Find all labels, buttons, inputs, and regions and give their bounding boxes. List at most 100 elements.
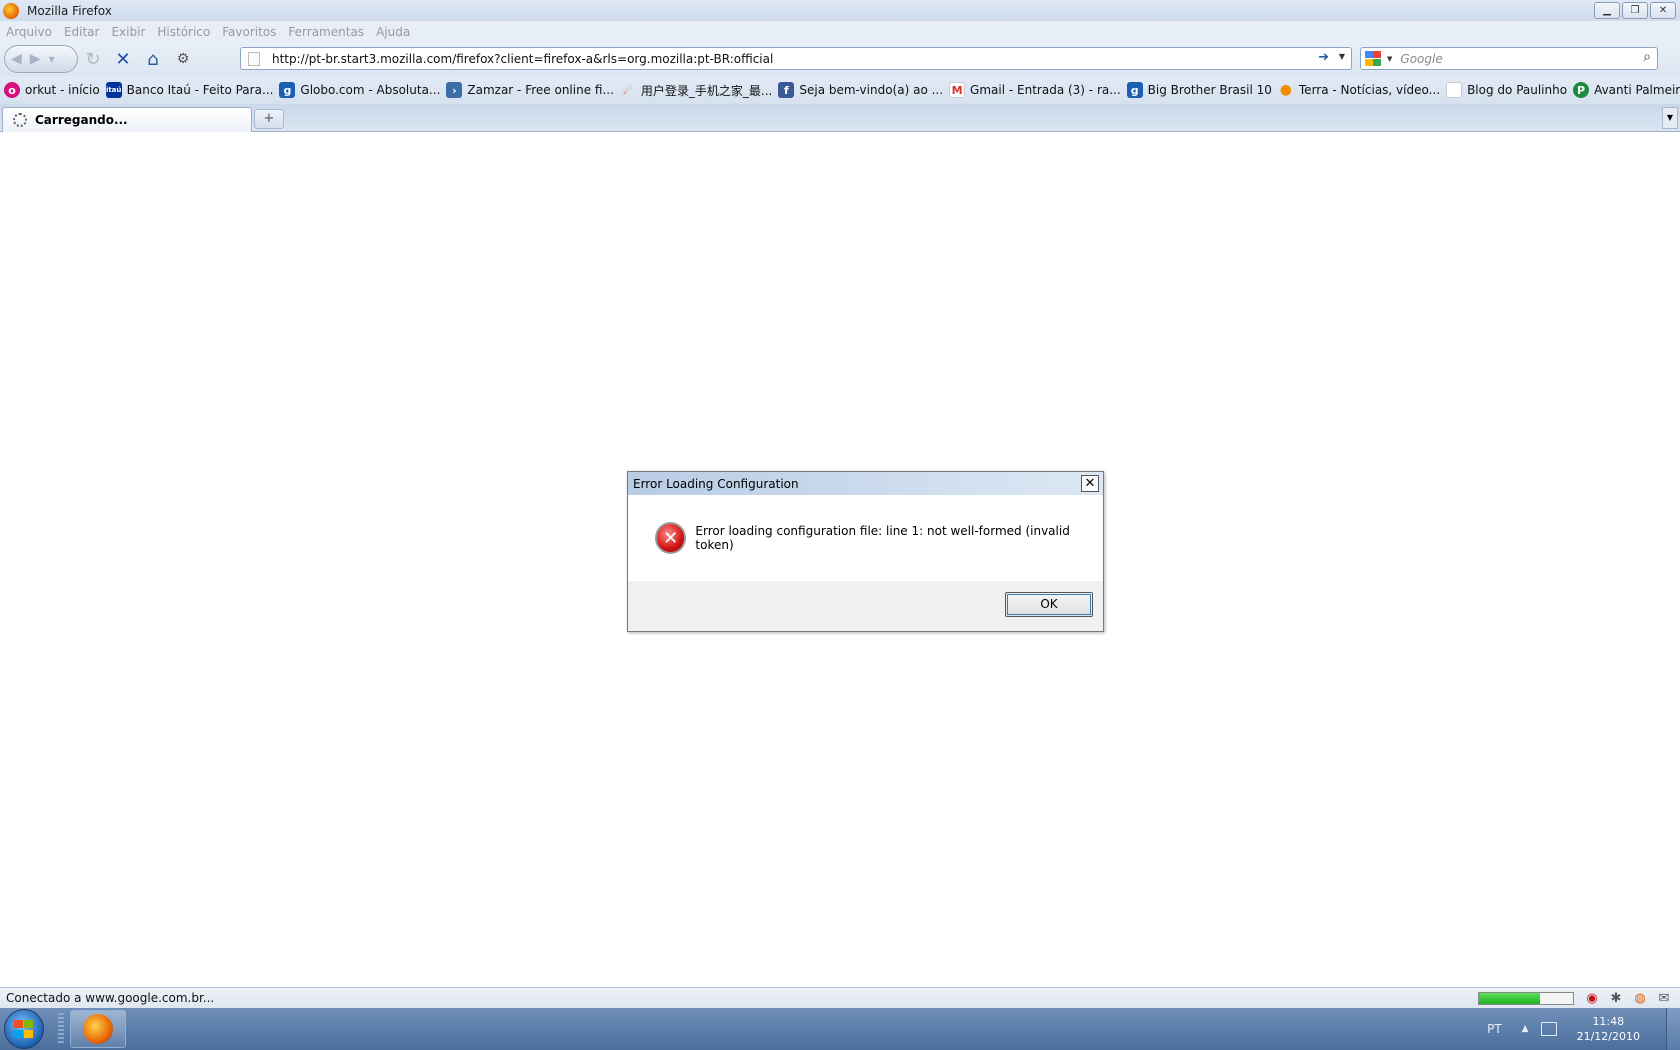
bug-icon[interactable]: ✱: [1608, 990, 1624, 1006]
back-forward-group: ◀ ▶ ▼: [4, 45, 78, 73]
mail-icon[interactable]: ✉: [1656, 990, 1672, 1006]
bookmark-label: 用户登录_手机之家_最...: [640, 83, 773, 98]
blank-page-icon: [1446, 82, 1463, 98]
facebook-icon: f: [778, 82, 795, 98]
address-bar[interactable]: http://pt-br.start3.mozilla.com/firefox?…: [240, 47, 1352, 70]
bookmark-orkut[interactable]: o orkut - início: [4, 82, 100, 98]
google-engine-icon[interactable]: [1365, 50, 1385, 67]
window-controls: ▁ ❐ ✕: [1594, 2, 1676, 19]
system-tray: PT ▲ 11:48 21/12/2010: [1487, 1008, 1680, 1050]
dialog-body: ✕ Error loading configuration file: line…: [628, 495, 1103, 581]
menu-bar: Arquivo Editar Exibir Histórico Favorito…: [0, 21, 1680, 42]
history-dropdown-icon[interactable]: ▼: [49, 55, 55, 64]
bookmark-label: Globo.com - Absoluta...: [300, 83, 441, 97]
bookmark-itau[interactable]: itaú Banco Itaú - Feito Para...: [105, 82, 274, 98]
restore-button[interactable]: ❐: [1622, 2, 1648, 19]
bookmark-globo[interactable]: g Globo.com - Absoluta...: [279, 82, 440, 98]
forward-arrow-icon[interactable]: ▶: [30, 51, 41, 67]
orkut-icon: o: [4, 82, 20, 98]
start-button[interactable]: [4, 1009, 44, 1049]
url-dropdown-icon[interactable]: ▼: [1339, 52, 1345, 61]
globo-icon: g: [279, 82, 296, 98]
window-titlebar: Mozilla Firefox ▁ ❐ ✕: [0, 0, 1680, 21]
bookmark-zamzar[interactable]: › Zamzar - Free online fi...: [446, 82, 614, 98]
dialog-title: Error Loading Configuration: [633, 476, 799, 491]
status-icons: ◉ ✱ ◍ ✉: [1584, 990, 1672, 1006]
status-bar: Conectado a www.google.com.br... ◉ ✱ ◍ ✉: [0, 987, 1680, 1008]
bookmark-label: Seja bem-vindo(a) ao ...: [799, 83, 944, 97]
tab-label: Carregando...: [35, 113, 128, 127]
loading-spinner-icon: [13, 113, 27, 127]
bookmark-label: Big Brother Brasil 10: [1147, 83, 1272, 97]
windows-logo-icon: [14, 1020, 34, 1038]
gmail-icon: M: [949, 82, 966, 98]
bookmark-imobile[interactable]: ☄ 用户登录_手机之家_最...: [620, 82, 772, 99]
progress-meter: [1478, 992, 1574, 1005]
menu-ajuda[interactable]: Ajuda: [376, 25, 410, 39]
error-dialog: Error Loading Configuration ✕ ✕ Error lo…: [627, 471, 1104, 632]
engine-dropdown-icon[interactable]: ▼: [1387, 55, 1392, 63]
minimize-button[interactable]: ▁: [1594, 2, 1620, 19]
language-indicator[interactable]: PT: [1487, 1022, 1502, 1036]
imobile-icon: ☄: [622, 83, 633, 97]
home-icon[interactable]: ⌂: [138, 45, 168, 73]
search-icon[interactable]: ⌕: [1643, 49, 1651, 65]
bookmark-label: Avanti Palmeiras: [1594, 83, 1680, 97]
bookmark-gmail[interactable]: M Gmail - Entrada (3) - ra...: [949, 82, 1121, 98]
dialog-close-button[interactable]: ✕: [1081, 475, 1099, 492]
show-hidden-icons-icon[interactable]: ▲: [1522, 1024, 1529, 1034]
itau-icon: itaú: [105, 82, 122, 98]
back-arrow-icon[interactable]: ◀: [11, 51, 22, 67]
new-tab-button[interactable]: +: [254, 109, 284, 129]
menu-ferramentas[interactable]: Ferramentas: [288, 25, 364, 39]
menu-exibir[interactable]: Exibir: [111, 25, 145, 39]
bookmark-label: Zamzar - Free online fi...: [467, 83, 614, 97]
stop-icon[interactable]: ✕: [108, 45, 138, 73]
menu-favoritos[interactable]: Favoritos: [222, 25, 276, 39]
globo-icon: g: [1126, 82, 1143, 98]
search-bar[interactable]: ▼ Google ⌕: [1360, 47, 1658, 70]
addon-status-icon[interactable]: ◍: [1632, 990, 1648, 1006]
dialog-titlebar: Error Loading Configuration ✕: [628, 472, 1103, 495]
bookmark-terra[interactable]: ● Terra - Notícias, vídeo...: [1278, 82, 1440, 98]
menu-editar[interactable]: Editar: [64, 25, 100, 39]
show-desktop-button[interactable]: [1666, 1008, 1680, 1050]
menu-historico[interactable]: Histórico: [157, 25, 210, 39]
progress-fill: [1479, 993, 1541, 1004]
network-icon[interactable]: [1540, 1022, 1557, 1036]
url-text[interactable]: http://pt-br.start3.mozilla.com/firefox?…: [272, 52, 773, 66]
tab-loading[interactable]: Carregando...: [2, 107, 252, 132]
bookmark-label: Blog do Paulinho: [1467, 83, 1568, 97]
clock-time: 11:48: [1592, 1015, 1625, 1028]
window-title: Mozilla Firefox: [27, 3, 112, 18]
terra-icon: ●: [1279, 82, 1292, 98]
record-icon[interactable]: ◉: [1584, 990, 1600, 1006]
clock[interactable]: 11:48 21/12/2010: [1577, 1014, 1640, 1044]
bookmark-label: orkut - início: [25, 83, 100, 97]
navigation-toolbar: ◀ ▶ ▼ ↻ ✕ ⌂ ⚙ http://pt-br.start3.mozill…: [0, 42, 1680, 76]
bookmark-blog-paulinho[interactable]: Blog do Paulinho: [1446, 82, 1567, 98]
bookmark-facebook[interactable]: f Seja bem-vindo(a) ao ...: [778, 82, 943, 98]
dialog-footer: OK: [628, 581, 1103, 631]
reload-icon[interactable]: ↻: [78, 45, 108, 73]
bookmark-bbb[interactable]: g Big Brother Brasil 10: [1126, 82, 1272, 98]
addon-icon[interactable]: ⚙: [168, 45, 198, 73]
taskbar-grip: [58, 1013, 64, 1045]
menu-arquivo[interactable]: Arquivo: [6, 25, 52, 39]
close-window-button[interactable]: ✕: [1650, 2, 1676, 19]
bookmark-palmeiras[interactable]: P Avanti Palmeiras: [1573, 82, 1680, 98]
search-input[interactable]: Google: [1400, 52, 1442, 66]
bookmarks-toolbar: o orkut - início itaú Banco Itaú - Feito…: [0, 76, 1680, 104]
status-text: Conectado a www.google.com.br...: [6, 991, 215, 1005]
taskbar-firefox-button[interactable]: [70, 1010, 126, 1048]
bookmark-label: Banco Itaú - Feito Para...: [126, 83, 274, 97]
firefox-logo-icon: [3, 2, 19, 19]
go-arrow-icon[interactable]: ➜: [1318, 50, 1329, 65]
clock-date: 21/12/2010: [1576, 1030, 1640, 1043]
bookmark-label: Terra - Notícias, vídeo...: [1298, 83, 1441, 97]
tabs-list-button[interactable]: ▼: [1662, 107, 1678, 129]
palmeiras-icon: P: [1573, 82, 1590, 98]
windows-taskbar: PT ▲ 11:48 21/12/2010: [0, 1008, 1680, 1050]
page-icon: [248, 51, 260, 66]
ok-button[interactable]: OK: [1005, 592, 1093, 617]
